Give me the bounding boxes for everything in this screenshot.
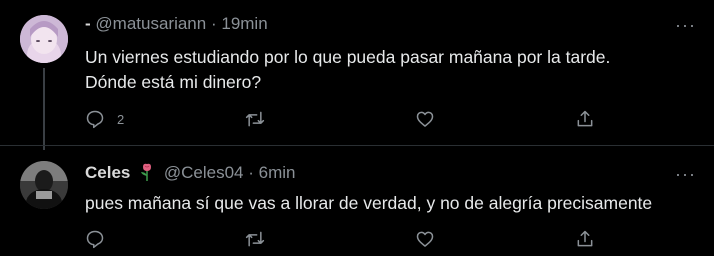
tweet-text-line: Dónde está mi dinero?	[85, 72, 262, 92]
share-button[interactable]	[575, 228, 595, 250]
rose-emoji-icon	[141, 163, 152, 181]
separator: ·	[248, 163, 254, 182]
reply-icon	[86, 230, 104, 249]
share-icon	[577, 110, 593, 127]
like-icon	[416, 231, 434, 247]
avatar-image	[20, 161, 68, 209]
tweet-actions: 2	[85, 108, 605, 130]
reply-button[interactable]	[85, 228, 105, 250]
tweet-actions	[85, 228, 605, 250]
avatar[interactable]	[20, 161, 68, 209]
timestamp[interactable]: 19min	[221, 14, 267, 33]
user-handle[interactable]: @Celes04	[164, 163, 244, 182]
retweet-button[interactable]	[245, 228, 265, 250]
reply-count: 2	[117, 111, 125, 127]
reply-button[interactable]: 2	[85, 108, 124, 130]
tweet-header: Celes @Celes04 · 6min	[85, 163, 295, 183]
retweet-button[interactable]	[245, 108, 265, 130]
thread-line	[43, 68, 45, 150]
like-button[interactable]	[415, 108, 435, 130]
retweet-icon	[245, 111, 265, 127]
separator: ·	[210, 14, 217, 33]
display-name[interactable]: Celes	[85, 163, 130, 182]
like-button[interactable]	[415, 228, 435, 250]
reply-icon	[86, 110, 104, 129]
display-name[interactable]: -	[85, 14, 91, 33]
avatar[interactable]	[20, 15, 68, 63]
tweet[interactable]: Celes @Celes04 · 6min ··· pues mañana sí…	[0, 145, 714, 256]
more-icon[interactable]: ···	[675, 15, 696, 36]
avatar-image	[20, 15, 68, 63]
user-handle[interactable]: @matusariann	[95, 14, 206, 33]
tweet[interactable]: - @matusariann · 19min ··· Un viernes es…	[0, 0, 714, 150]
tweet-text: pues mañana sí que vas a llorar de verda…	[85, 193, 653, 213]
tweet-text: Un viernes estudiando por lo que pueda p…	[85, 45, 685, 95]
share-icon	[577, 230, 593, 247]
tweet-text-line: Un viernes estudiando por lo que pueda p…	[85, 47, 611, 67]
retweet-icon	[245, 231, 265, 247]
tweet-header: - @matusariann · 19min	[85, 14, 268, 34]
more-icon[interactable]: ···	[675, 164, 696, 185]
like-icon	[416, 111, 434, 127]
share-button[interactable]	[575, 108, 595, 130]
timestamp[interactable]: 6min	[259, 163, 296, 182]
